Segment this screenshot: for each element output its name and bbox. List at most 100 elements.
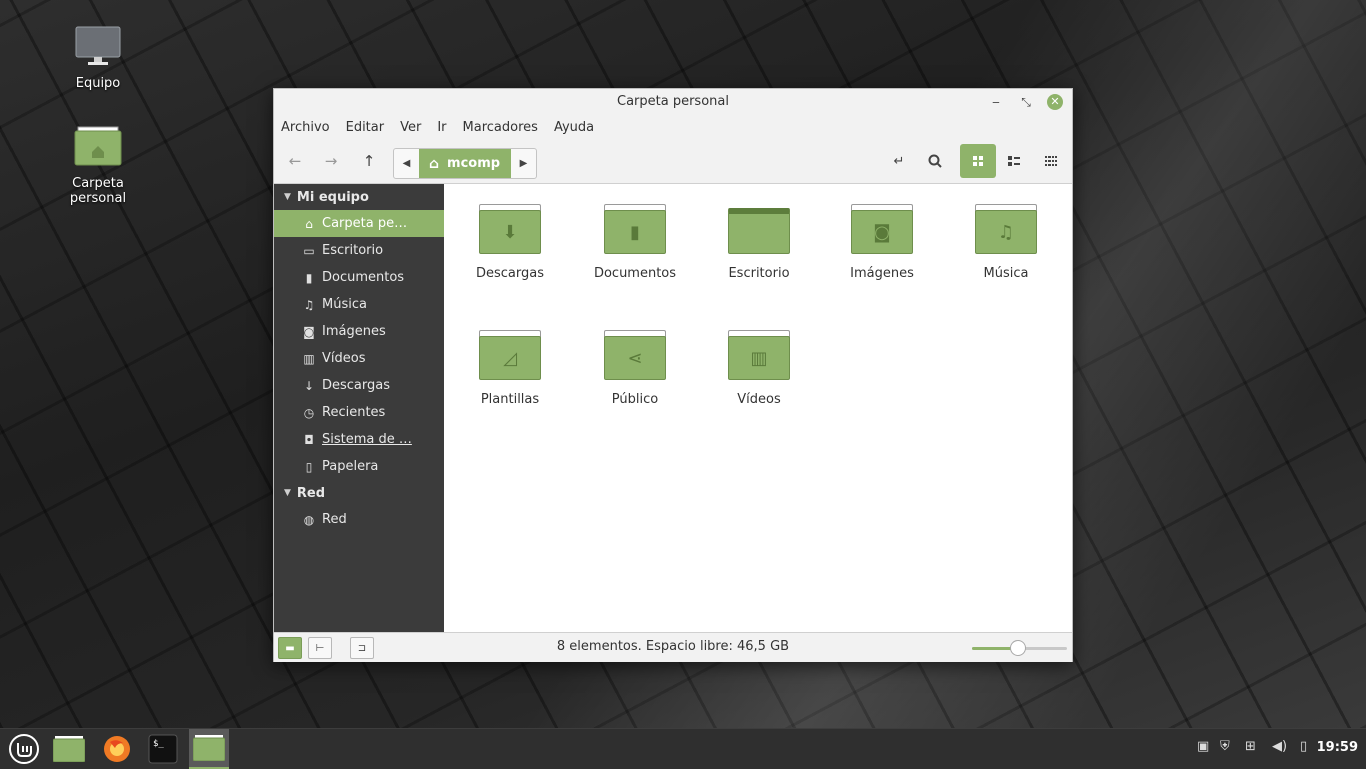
music-icon: ♫ bbox=[997, 221, 1015, 243]
folder-icon: ▮ bbox=[604, 204, 666, 254]
sidebar-item-red[interactable]: ◍ Red bbox=[274, 506, 444, 533]
folder-icon bbox=[53, 736, 85, 762]
file-item-descargas[interactable]: ⬇ Descargas bbox=[450, 204, 570, 281]
sidebar-item-recientes[interactable]: ◷ Recientes bbox=[274, 399, 444, 426]
search-button[interactable] bbox=[919, 145, 951, 177]
sidebar-item-papelera[interactable]: ▯ Papelera bbox=[274, 453, 444, 480]
path-scroll-left-button[interactable]: ◀ bbox=[394, 149, 419, 178]
desktop-icon: ▭ bbox=[303, 243, 315, 258]
search-icon bbox=[928, 154, 942, 168]
firefox-icon bbox=[104, 736, 130, 762]
sidebar: ▼ Mi equipo ⌂ Carpeta pe… ▭ Escritorio ▮… bbox=[274, 184, 444, 632]
folder-icon: ⋖ bbox=[604, 330, 666, 380]
file-item-publico[interactable]: ⋖ Público bbox=[575, 330, 695, 407]
sidebar-item-sistema-de-archivos[interactable]: ◘ Sistema de … bbox=[274, 426, 444, 453]
battery-tray-icon[interactable]: ▯ bbox=[1300, 739, 1307, 754]
file-item-imagenes[interactable]: ◙ Imágenes bbox=[822, 204, 942, 281]
file-item-label: Documentos bbox=[593, 266, 677, 281]
expander-down-icon: ▼ bbox=[284, 192, 291, 202]
sidebar-item-documentos[interactable]: ▮ Documentos bbox=[274, 264, 444, 291]
sidebar-item-musica[interactable]: ♫ Música bbox=[274, 291, 444, 318]
menu-ir[interactable]: Ir bbox=[437, 120, 446, 135]
triangle-left-icon: ◀ bbox=[402, 158, 411, 169]
menu-marcadores[interactable]: Marcadores bbox=[463, 120, 538, 135]
file-item-label: Imágenes bbox=[850, 266, 914, 281]
menu-ver[interactable]: Ver bbox=[400, 120, 421, 135]
camera-icon: ◙ bbox=[303, 324, 315, 339]
triangle-right-icon: ▶ bbox=[519, 158, 528, 169]
sidebar-item-escritorio[interactable]: ▭ Escritorio bbox=[274, 237, 444, 264]
network-tray-icon[interactable]: ⊞ bbox=[1245, 739, 1256, 754]
zoom-slider[interactable] bbox=[972, 640, 1067, 656]
sidebar-item-label: Documentos bbox=[322, 270, 405, 285]
shield-tray-icon[interactable]: ⛨ bbox=[1220, 739, 1230, 754]
music-icon: ♫ bbox=[303, 297, 315, 312]
folder-small-icon: ▬ bbox=[285, 642, 295, 654]
menu-button[interactable] bbox=[4, 729, 44, 769]
compact-view-button[interactable] bbox=[1035, 145, 1067, 177]
sidebar-item-label: Descargas bbox=[322, 378, 391, 393]
file-item-documentos[interactable]: ▮ Documentos bbox=[575, 204, 695, 281]
file-item-videos[interactable]: ▥ Vídeos bbox=[699, 330, 819, 407]
desktop-icon-label: Carpeta personal bbox=[69, 176, 127, 206]
home-icon: ⌂ bbox=[305, 216, 313, 231]
template-icon: ◿ bbox=[503, 347, 517, 369]
taskbar: $_ ▣ ⛨ ⊞ ◀) ▯ 19:59 bbox=[0, 728, 1366, 769]
sidebar-section-title: Mi equipo bbox=[296, 189, 369, 205]
menu-ayuda[interactable]: Ayuda bbox=[554, 120, 594, 135]
folder-icon: ◿ bbox=[479, 330, 541, 380]
sidebar-item-label: Recientes bbox=[322, 405, 386, 420]
taskbar-firefox-launcher[interactable] bbox=[97, 729, 137, 769]
toolbar: ← → ↑ ◀ ⌂ mcomp ▶ ↵ bbox=[274, 139, 1072, 184]
sidebar-item-label: Sistema de … bbox=[322, 432, 412, 447]
taskbar-files-launcher[interactable] bbox=[49, 729, 89, 769]
desktop-icon-equipo[interactable]: Equipo bbox=[43, 26, 153, 91]
maximize-button[interactable]: ⤡ bbox=[1018, 94, 1034, 110]
taskbar-window-carpeta-personal[interactable] bbox=[189, 729, 229, 769]
sidebar-item-videos[interactable]: ▥ Vídeos bbox=[274, 345, 444, 372]
path-scroll-right-button[interactable]: ▶ bbox=[511, 149, 536, 178]
show-tree-button[interactable]: ⊢ bbox=[308, 637, 332, 659]
sidebar-item-label: Escritorio bbox=[322, 243, 384, 258]
download-icon: ⬇ bbox=[502, 221, 518, 243]
hide-sidebar-button[interactable]: ⊐ bbox=[350, 637, 374, 659]
clipboard-tray-icon[interactable]: ▣ bbox=[1197, 739, 1209, 754]
path-crumb-label: mcomp bbox=[447, 156, 501, 171]
sidebar-item-label: Vídeos bbox=[322, 351, 366, 366]
list-view-button[interactable] bbox=[998, 145, 1030, 177]
sidebar-item-descargas[interactable]: ↓ Descargas bbox=[274, 372, 444, 399]
forward-button[interactable]: → bbox=[315, 145, 347, 177]
file-item-plantillas[interactable]: ◿ Plantillas bbox=[450, 330, 570, 407]
volume-tray-icon[interactable]: ◀) bbox=[1272, 739, 1287, 754]
file-item-label: Vídeos bbox=[737, 392, 781, 407]
file-item-escritorio[interactable]: Escritorio bbox=[699, 204, 819, 281]
sidebar-item-carpeta-personal[interactable]: ⌂ Carpeta pe… bbox=[274, 210, 444, 237]
icon-view-button[interactable] bbox=[960, 144, 996, 178]
globe-icon: ◍ bbox=[303, 512, 315, 527]
menu-editar[interactable]: Editar bbox=[346, 120, 385, 135]
file-item-musica[interactable]: ♫ Música bbox=[946, 204, 1066, 281]
path-crumb-home[interactable]: ⌂ mcomp bbox=[419, 149, 511, 178]
zoom-slider-handle[interactable] bbox=[1009, 640, 1026, 656]
menu-archivo[interactable]: Archivo bbox=[281, 120, 330, 135]
clock[interactable]: 19:59 bbox=[1317, 740, 1358, 755]
window-titlebar[interactable]: Carpeta personal ‒ ⤡ ✕ bbox=[274, 89, 1072, 115]
taskbar-terminal-launcher[interactable]: $_ bbox=[143, 729, 183, 769]
show-places-button[interactable]: ▬ bbox=[278, 637, 302, 659]
toggle-location-button[interactable]: ↵ bbox=[883, 145, 915, 177]
up-button[interactable]: ↑ bbox=[353, 145, 385, 177]
minimize-button[interactable]: ‒ bbox=[988, 94, 1004, 110]
back-button[interactable]: ← bbox=[279, 145, 311, 177]
terminal-icon: $_ bbox=[148, 734, 178, 764]
computer-icon bbox=[75, 26, 121, 65]
film-icon: ▥ bbox=[303, 351, 315, 366]
desktop-icon-carpeta-personal[interactable]: Carpeta personal bbox=[43, 126, 153, 206]
file-item-label: Descargas bbox=[475, 266, 544, 281]
sidebar-section-mi-equipo[interactable]: ▼ Mi equipo bbox=[274, 184, 444, 210]
close-button[interactable]: ✕ bbox=[1047, 94, 1063, 110]
desktop-folder-icon bbox=[728, 204, 790, 254]
sidebar-item-imagenes[interactable]: ◙ Imágenes bbox=[274, 318, 444, 345]
sidebar-section-red[interactable]: ▼ Red bbox=[274, 480, 444, 506]
statusbar: 8 elementos. Espacio libre: 46,5 GB ▬ ⊢ … bbox=[274, 632, 1072, 662]
trash-icon: ▯ bbox=[305, 459, 313, 474]
